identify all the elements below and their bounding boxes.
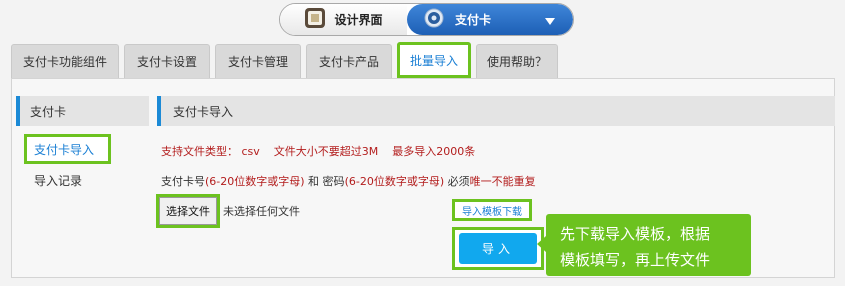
caret-down-icon[interactable] xyxy=(545,18,555,25)
design-app-icon xyxy=(304,7,326,32)
main-tabs: 支付卡功能组件 支付卡设置 支付卡管理 支付卡产品 批量导入 使用帮助？ xyxy=(11,42,558,78)
file-picker: 选择文件 未选择任何文件 xyxy=(156,194,300,228)
tab-help[interactable]: 使用帮助？ xyxy=(476,44,558,78)
callout-line-2: 模板填写，再上传文件 xyxy=(560,251,711,269)
file-type-text: 支持文件类型： csv xyxy=(161,145,260,158)
design-view-label: 设计界面 xyxy=(334,13,383,27)
payment-card-view-label: 支付卡 xyxy=(455,13,492,27)
sidebar-item-label: 导入记录 xyxy=(34,173,83,188)
sidebar-title: 支付卡 xyxy=(16,96,149,126)
template-download-link[interactable]: 导入模板下载 xyxy=(452,199,532,221)
sidebar-item-label: 支付卡导入 xyxy=(34,142,95,157)
format-rules: 支付卡号(6-20位数字或字母) 和 密码(6-20位数字或字母) 必须唯一不能… xyxy=(161,175,536,188)
tab-card-products[interactable]: 支付卡产品 xyxy=(306,44,392,78)
callout-line-1: 先下载导入模板，根据 xyxy=(560,225,711,243)
tab-card-management[interactable]: 支付卡管理 xyxy=(215,44,301,78)
tab-batch-import[interactable]: 批量导入 xyxy=(397,42,471,78)
sidebar-item-import-records[interactable]: 导入记录 xyxy=(34,170,82,190)
choose-file-button[interactable]: 选择文件 xyxy=(156,194,220,228)
sidebar-item-card-import[interactable]: 支付卡导入 xyxy=(24,134,111,164)
tab-card-components[interactable]: 支付卡功能组件 xyxy=(11,44,119,78)
gear-icon xyxy=(423,7,445,32)
instruction-callout: 先下载导入模板，根据 模板填写，再上传文件 xyxy=(537,214,751,276)
import-button-highlight: 导入 xyxy=(452,227,544,270)
file-size-text: 文件大小不要超过3M xyxy=(273,145,379,158)
section-title: 支付卡导入 xyxy=(157,96,835,126)
import-button[interactable]: 导入 xyxy=(459,233,537,264)
max-count-text: 最多导入2000条 xyxy=(392,145,476,158)
file-requirements: 支持文件类型： csv 文件大小不要超过3M 最多导入2000条 xyxy=(161,143,475,159)
design-view-button[interactable]: 设计界面 xyxy=(280,4,407,35)
payment-card-view-button[interactable]: 支付卡 xyxy=(407,4,573,35)
tab-card-settings[interactable]: 支付卡设置 xyxy=(124,44,210,78)
view-switcher: 设计界面 支付卡 xyxy=(279,3,574,36)
file-status-text: 未选择任何文件 xyxy=(223,205,300,218)
